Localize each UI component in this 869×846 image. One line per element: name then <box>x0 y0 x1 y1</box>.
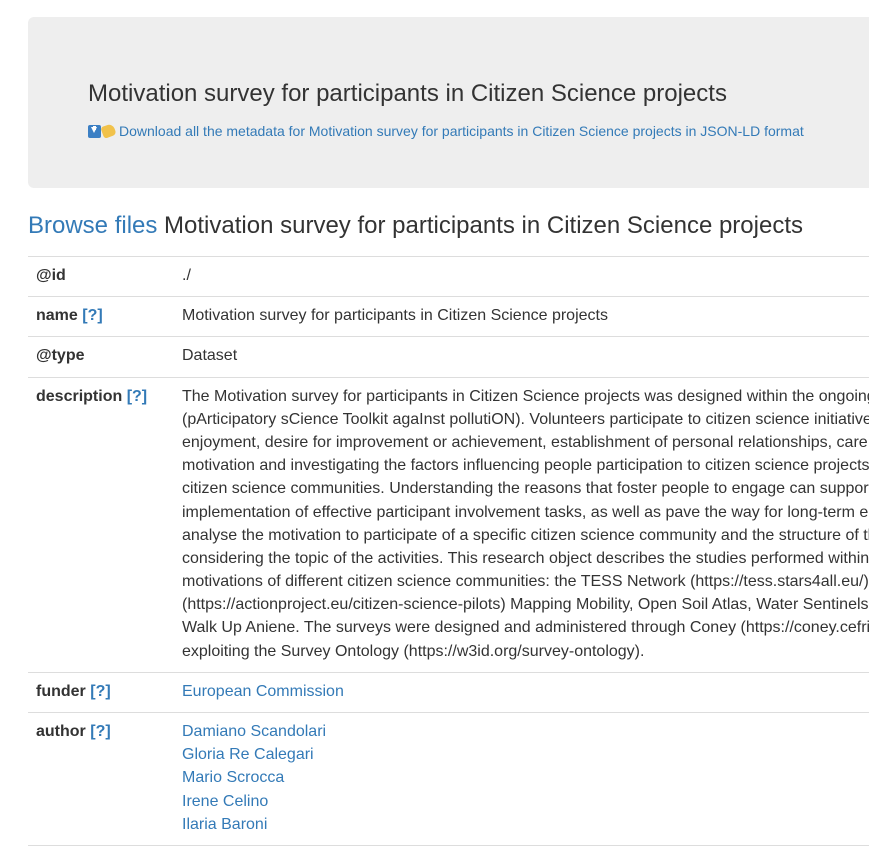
row-key: name [?] <box>28 296 174 337</box>
key-label: author <box>36 723 86 740</box>
description-line: (https://actionproject.eu/citizen-scienc… <box>182 596 869 614</box>
description-line: citizen science communities. Understandi… <box>182 480 869 498</box>
row-value: Motivation survey for participants in Ci… <box>174 296 869 337</box>
key-label: name <box>36 307 78 325</box>
description-line: motivation and investigating the factors… <box>182 457 869 475</box>
author-link[interactable]: Irene Celino <box>182 790 869 813</box>
header-panel: Motivation survey for participants in Ci… <box>28 17 869 188</box>
author-list: Damiano Scandolari Gloria Re Calegari Ma… <box>174 712 869 846</box>
description-line: considering the topic of the activities.… <box>182 549 869 567</box>
description-line: The Motivation survey for participants i… <box>182 387 869 405</box>
row-key: author [?] <box>28 712 174 846</box>
row-value: Dataset <box>174 336 869 378</box>
row-key: @type <box>28 336 174 378</box>
key-label: @type <box>36 347 85 365</box>
description-line: analyse the motivation to participate of… <box>182 526 869 544</box>
author-link[interactable]: Ilaria Baroni <box>182 813 869 836</box>
description-line: implementation of effective participant … <box>182 503 869 521</box>
download-icon <box>88 124 101 138</box>
metadata-table: @id ./ name [?] Motivation survey for pa… <box>28 255 869 846</box>
download-jsonld-link[interactable]: Download all the metadata for Motivation… <box>88 121 804 141</box>
table-row: @id ./ <box>28 255 869 297</box>
description-line: enjoyment, desire for improvement or ach… <box>182 433 869 451</box>
section-heading: Browse files Motivation survey for parti… <box>28 212 803 239</box>
funder-link[interactable]: European Commission <box>182 683 344 700</box>
row-value: European Commission <box>174 671 869 713</box>
pointing-hand-icon <box>100 123 117 140</box>
table-row: @type Dataset <box>28 336 869 378</box>
description-value: The Motivation survey for participants i… <box>174 376 869 673</box>
row-key: funder [?] <box>28 671 174 713</box>
description-line: (pArticipatory sCience Toolkit agaInst p… <box>182 410 869 428</box>
key-label: description <box>36 387 123 405</box>
browse-files-link[interactable]: Browse files <box>28 212 157 239</box>
description-line: Walk Up Aniene. The surveys were designe… <box>182 619 869 637</box>
row-key: @id <box>28 255 174 297</box>
key-label: @id <box>36 267 66 284</box>
author-link[interactable]: Gloria Re Calegari <box>182 743 869 766</box>
row-key: description [?] <box>28 376 174 673</box>
description-line: exploiting the Survey Ontology (https://… <box>182 642 645 660</box>
download-link-text: Download all the metadata for Motivation… <box>119 123 804 139</box>
table-row: name [?] Motivation survey for participa… <box>28 296 869 337</box>
key-label: funder <box>36 682 86 700</box>
description-line: motivations of different citizen science… <box>182 573 869 591</box>
section-title: Motivation survey for participants in Ci… <box>164 212 803 239</box>
help-link[interactable]: [?] <box>90 683 110 700</box>
table-row: funder [?] European Commission <box>28 671 869 713</box>
table-row: description [?] The Motivation survey fo… <box>28 376 869 673</box>
table-row: author [?] Damiano Scandolari Gloria Re … <box>28 712 869 846</box>
help-link[interactable]: [?] <box>90 723 110 740</box>
row-value: ./ <box>174 255 869 297</box>
help-link[interactable]: [?] <box>127 388 147 405</box>
help-link[interactable]: [?] <box>82 307 102 324</box>
author-link[interactable]: Mario Scrocca <box>182 766 869 789</box>
page-title: Motivation survey for participants in Ci… <box>88 80 727 107</box>
author-link[interactable]: Damiano Scandolari <box>182 720 869 743</box>
